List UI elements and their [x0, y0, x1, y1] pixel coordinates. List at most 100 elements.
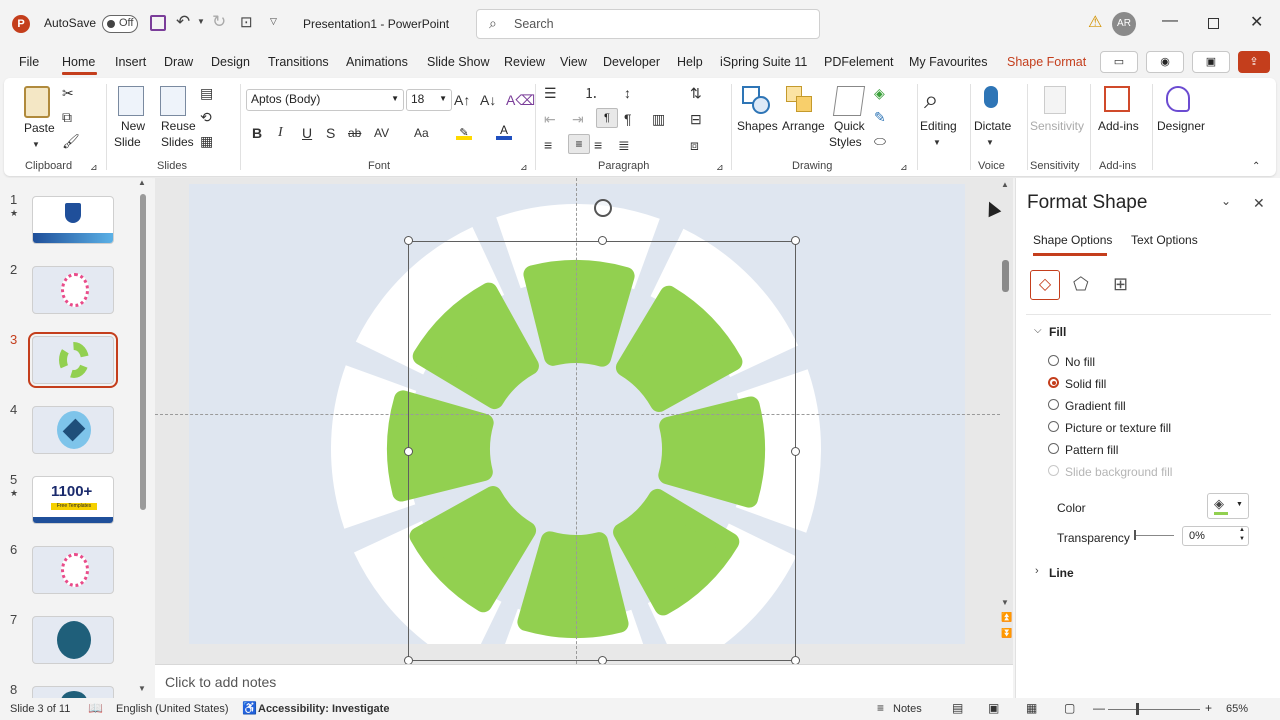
- align-text-icon[interactable]: ⊟: [690, 110, 702, 128]
- editing-label[interactable]: Editing: [920, 118, 957, 134]
- language[interactable]: English (United States): [116, 703, 229, 715]
- font-family-select[interactable]: Aptos (Body) ▼: [246, 89, 404, 111]
- search-box[interactable]: ⌕ Search: [476, 9, 820, 39]
- line-spacing-icon[interactable]: ↕: [624, 84, 631, 102]
- resize-handle[interactable]: [598, 236, 607, 245]
- transparency-slider[interactable]: [1134, 535, 1174, 536]
- minimize-icon[interactable]: —: [1162, 12, 1178, 30]
- quick-styles-icon[interactable]: [832, 86, 866, 116]
- record-button[interactable]: ◉: [1146, 51, 1184, 73]
- slide-sorter-icon[interactable]: ▦: [1026, 701, 1037, 715]
- align-left-icon[interactable]: ≡: [544, 136, 552, 154]
- close-window-icon[interactable]: ✕: [1250, 12, 1263, 32]
- undo-dropdown-icon[interactable]: ▼: [197, 17, 205, 26]
- smartart-icon[interactable]: ⧈: [690, 136, 699, 154]
- slide-counter[interactable]: Slide 3 of 11: [10, 703, 70, 715]
- menu-pdfelement[interactable]: PDFelement: [824, 55, 893, 69]
- paste-icon[interactable]: [24, 86, 50, 118]
- increase-font-icon[interactable]: A↑: [454, 91, 470, 109]
- font-color-icon[interactable]: A: [496, 124, 512, 140]
- copy-icon[interactable]: ⧉: [62, 108, 72, 126]
- quick-styles-label-1[interactable]: Quick: [834, 118, 865, 134]
- dictate-label[interactable]: Dictate: [974, 118, 1011, 134]
- slide-thumbnail-8[interactable]: [32, 686, 114, 698]
- font-launcher-icon[interactable]: ⊿: [520, 158, 528, 176]
- shapes-icon[interactable]: [742, 86, 772, 116]
- slide-thumbnail-4[interactable]: [32, 406, 114, 454]
- resize-handle[interactable]: [404, 447, 413, 456]
- pane-close-icon[interactable]: ✕: [1253, 195, 1265, 212]
- autosave-toggle[interactable]: Off: [102, 15, 138, 33]
- picture-fill-radio[interactable]: [1048, 421, 1059, 432]
- thumbs-scrollbar[interactable]: [140, 194, 146, 510]
- new-slide-label-2[interactable]: Slide: [114, 134, 141, 150]
- comments-status-icon[interactable]: ▤: [952, 701, 963, 715]
- accessibility-icon[interactable]: ♿: [242, 701, 257, 715]
- menu-insert[interactable]: Insert: [115, 55, 146, 69]
- find-icon[interactable]: ⌕: [924, 84, 939, 114]
- scroll-down-icon[interactable]: ▼: [1001, 598, 1009, 607]
- previous-slide-icon[interactable]: ⏫: [1001, 612, 1012, 623]
- align-right-icon[interactable]: ≡: [594, 136, 602, 154]
- text-direction-icon[interactable]: ⇅: [690, 84, 702, 102]
- highlight-color-icon[interactable]: ✎: [456, 126, 472, 140]
- resize-handle[interactable]: [404, 236, 413, 245]
- bold-button[interactable]: B: [252, 124, 262, 142]
- microphone-icon[interactable]: [984, 86, 998, 108]
- italic-button[interactable]: I: [278, 124, 283, 142]
- arrange-label[interactable]: Arrange: [782, 118, 825, 134]
- shape-outline-icon[interactable]: ✎: [874, 108, 886, 126]
- menu-transitions[interactable]: Transitions: [268, 55, 329, 69]
- save-icon[interactable]: [150, 15, 166, 31]
- columns-icon[interactable]: ▥: [652, 110, 665, 128]
- shapes-label[interactable]: Shapes: [737, 118, 778, 134]
- teams-button[interactable]: ▣: [1192, 51, 1230, 73]
- editing-dropdown-icon[interactable]: ▼: [933, 134, 941, 152]
- reuse-slides-label-2[interactable]: Slides: [161, 134, 194, 150]
- spin-up-icon[interactable]: ▲: [1239, 527, 1245, 533]
- numbering-icon[interactable]: ⒈: [584, 84, 598, 102]
- rtl-icon[interactable]: ¶: [624, 110, 632, 128]
- collapse-icon[interactable]: ⌵: [1034, 325, 1042, 336]
- menu-draw[interactable]: Draw: [164, 55, 193, 69]
- effects-tab-icon[interactable]: ⬠: [1073, 274, 1089, 295]
- scroll-up-icon[interactable]: ▲: [138, 178, 146, 187]
- next-slide-icon[interactable]: ⏬: [1001, 628, 1012, 639]
- bullets-icon[interactable]: ☰: [544, 84, 557, 102]
- comments-button[interactable]: ▭: [1100, 51, 1138, 73]
- share-button[interactable]: ⇪: [1238, 51, 1270, 73]
- decrease-font-icon[interactable]: A↓: [480, 91, 496, 109]
- format-painter-icon[interactable]: 🖌: [62, 132, 80, 150]
- fill-section-header[interactable]: Fill: [1049, 325, 1066, 339]
- increase-indent-icon[interactable]: ⇥: [572, 110, 584, 128]
- warning-icon[interactable]: ⚠: [1088, 12, 1102, 32]
- slide-thumbnail-6[interactable]: [32, 546, 114, 594]
- pane-options-icon[interactable]: ⌄: [1221, 194, 1231, 208]
- maximize-icon[interactable]: [1208, 18, 1219, 29]
- customize-qat-icon[interactable]: ▽: [270, 16, 277, 27]
- notes-area[interactable]: Click to add notes: [155, 664, 1013, 698]
- reuse-slides-label-1[interactable]: Reuse: [161, 118, 196, 134]
- spelling-icon[interactable]: 📖: [88, 701, 103, 715]
- character-spacing-button[interactable]: AV: [374, 124, 389, 142]
- zoom-slider[interactable]: [1108, 709, 1200, 710]
- zoom-out-icon[interactable]: —: [1093, 701, 1105, 715]
- slide-thumbnail-1[interactable]: [32, 196, 114, 244]
- paragraph-launcher-icon[interactable]: ⊿: [716, 158, 724, 176]
- notes-icon[interactable]: ≡: [877, 701, 884, 715]
- strikethrough-button[interactable]: ab: [348, 124, 361, 142]
- size-properties-tab-icon[interactable]: ⊞: [1113, 274, 1128, 295]
- cut-icon[interactable]: ✂: [62, 84, 74, 102]
- notes-button[interactable]: Notes: [893, 703, 922, 715]
- transparency-slider-thumb[interactable]: [1134, 530, 1136, 540]
- pattern-fill-label[interactable]: Pattern fill: [1065, 443, 1118, 457]
- slide-thumbnail-7[interactable]: [32, 616, 114, 664]
- dictate-dropdown-icon[interactable]: ▼: [986, 134, 994, 152]
- normal-view-icon[interactable]: ▣: [988, 701, 999, 715]
- text-shadow-button[interactable]: S: [326, 124, 335, 142]
- fill-line-tab-icon[interactable]: ◇: [1030, 270, 1060, 300]
- resize-handle[interactable]: [791, 447, 800, 456]
- designer-button-label[interactable]: Designer: [1157, 118, 1205, 134]
- addins-button-label[interactable]: Add-ins: [1098, 118, 1139, 134]
- zoom-level[interactable]: 65%: [1226, 703, 1248, 715]
